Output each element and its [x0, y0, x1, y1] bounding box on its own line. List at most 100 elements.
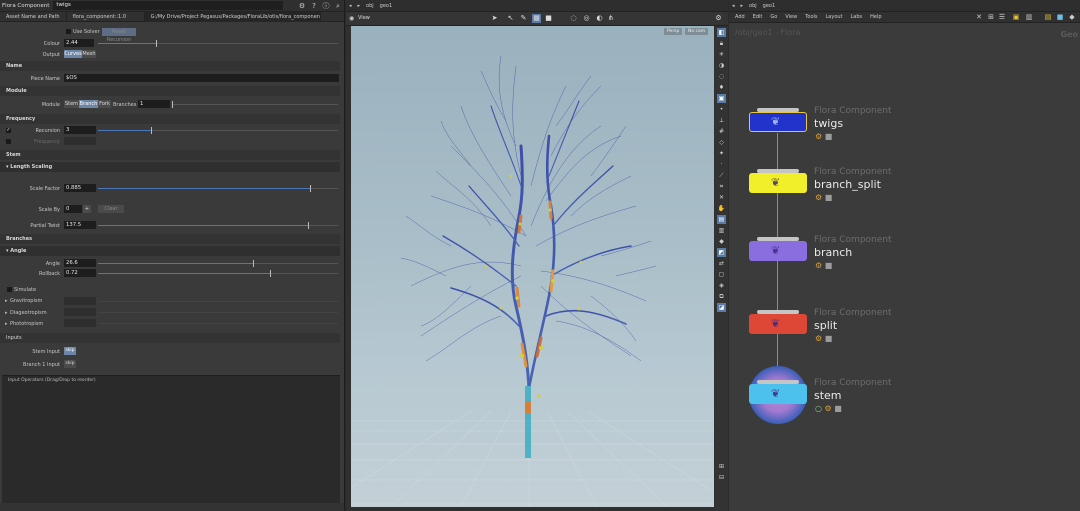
partial-twist-slider[interactable] [98, 222, 338, 229]
point-icon[interactable]: • [717, 105, 726, 114]
menu-labs[interactable]: Labs [851, 14, 863, 20]
normals-icon[interactable]: ⟂ [717, 116, 726, 125]
snap-icon[interactable]: ◌ [569, 14, 578, 23]
asset-version-tab[interactable]: flora_component::1.0 [67, 11, 145, 22]
display-shaded-icon[interactable]: ◧ [717, 28, 726, 37]
frame-icon[interactable]: ▢ [717, 270, 726, 279]
branches-section[interactable]: Branches [0, 234, 340, 244]
asset-path-field[interactable]: G:/My Drive/Project Pegasus/Packages/Flo… [144, 11, 321, 22]
ghost-icon[interactable]: ◌ [717, 72, 726, 81]
list-icon[interactable]: ☰ [998, 13, 1006, 21]
phototropism-field[interactable] [64, 319, 96, 327]
output-curves-button[interactable]: Curves [64, 50, 82, 58]
wire-icon[interactable]: ✕ [717, 193, 726, 202]
lock-camera-icon[interactable]: 🔒︎ [717, 39, 726, 48]
recursion-checkbox[interactable]: ✓ [6, 128, 11, 133]
branch-input-button[interactable]: skip [64, 360, 76, 368]
viewport-gear-icon[interactable]: ⚙ [714, 14, 723, 23]
branches-field[interactable]: 1 [138, 100, 170, 108]
pin-icon[interactable]: ◉ [349, 15, 354, 22]
guide-icon[interactable]: ✋ [717, 204, 726, 213]
shape-icon[interactable]: ◆ [1068, 13, 1076, 21]
length-scaling-section[interactable]: ▾ Length Scaling [0, 162, 340, 172]
node-name[interactable]: branch_split [814, 178, 881, 191]
light-icon[interactable]: ☀ [717, 50, 726, 59]
node-name[interactable]: twigs [814, 117, 843, 130]
uv-icon[interactable]: ⌗ [717, 182, 726, 191]
share-icon[interactable]: ⋔ [606, 14, 615, 23]
image-icon[interactable]: ▣ [1012, 13, 1020, 21]
scene-icon[interactable]: ▤ [717, 215, 726, 224]
template-icon[interactable]: ▣ [717, 94, 726, 103]
node-branch[interactable]: ❦ Flora Component branch ⚙ ■ [749, 235, 892, 270]
menu-layout[interactable]: Layout [826, 14, 843, 20]
colour-field[interactable]: 2.44 [64, 39, 94, 47]
select-arrow-icon[interactable]: ↖ [506, 14, 515, 23]
menu-help[interactable]: Help [870, 14, 881, 20]
rollback-slider[interactable] [98, 270, 338, 277]
visualize-icon[interactable]: ◈ [717, 281, 726, 290]
back-arrow-icon[interactable]: ◂ [732, 3, 735, 9]
color-palette-icon[interactable]: ■ [1056, 13, 1064, 21]
back-arrow-icon[interactable]: ◂ [349, 3, 352, 9]
frequency-checkbox[interactable] [6, 139, 11, 144]
handle-icon[interactable]: ◪ [717, 303, 726, 312]
gravitropism-slider[interactable] [98, 301, 338, 302]
crumb-geo[interactable]: geo1 [763, 3, 776, 9]
gear-icon[interactable]: ⚙ [298, 2, 306, 10]
menu-tools[interactable]: Tools [805, 14, 817, 20]
geo-icon[interactable]: ◆ [717, 237, 726, 246]
network-canvas[interactable]: /obj/geo1 - Flora Geo ❦ Flora Component … [729, 23, 1080, 511]
wrench-icon[interactable]: ✕ [975, 13, 983, 21]
clear-button[interactable]: Clear [98, 205, 124, 213]
menu-add[interactable]: Add [735, 14, 745, 20]
extra-1-icon[interactable]: ⊞ [717, 462, 726, 471]
module-stem-button[interactable]: Stem [64, 100, 79, 108]
crumb-obj[interactable]: obj [749, 3, 757, 9]
module-fork-button[interactable]: Fork [98, 100, 111, 108]
crumb-geo[interactable]: geo1 [380, 3, 393, 9]
grid-icon[interactable]: ⊞ [987, 13, 995, 21]
branches-slider[interactable] [172, 101, 338, 108]
node-name[interactable]: branch [814, 246, 852, 259]
forward-arrow-icon[interactable]: ▸ [741, 3, 744, 9]
node-split[interactable]: ❦ Flora Component split ⚙ ■ [749, 308, 892, 343]
layout-icon[interactable]: ▥ [1025, 13, 1033, 21]
inputs-section[interactable]: Inputs [0, 333, 340, 343]
flag-icon[interactable]: ▤ [1044, 13, 1052, 21]
viewport-canvas[interactable]: Persp No cam [351, 26, 714, 507]
persp-icon[interactable]: ◩ [717, 248, 726, 257]
search-icon[interactable]: ⌕ [334, 2, 342, 10]
recursion-slider[interactable] [98, 127, 338, 134]
angle-field[interactable]: 26.6 [64, 259, 96, 267]
shadow-icon[interactable]: ◑ [717, 61, 726, 70]
angle-slider[interactable] [98, 260, 338, 267]
expand-diageotropism-icon[interactable]: ▸ [5, 310, 8, 316]
dot-icon[interactable]: · [717, 160, 726, 169]
scale-by-field[interactable]: 0 [64, 205, 82, 213]
forward-arrow-icon[interactable]: ▸ [358, 3, 361, 9]
primitive-icon[interactable]: ◇ [717, 138, 726, 147]
numbers-icon[interactable]: # [717, 127, 726, 136]
diageotropism-slider[interactable] [98, 312, 338, 313]
help-icon[interactable]: ? [310, 2, 318, 10]
scale-by-plus-button[interactable]: + [83, 205, 91, 213]
diageotropism-field[interactable] [64, 308, 96, 316]
use-solver-checkbox[interactable] [66, 29, 71, 34]
gravitropism-field[interactable] [64, 297, 96, 305]
node-twigs[interactable]: ❦ Flora Component twigs ⚙ ■ [749, 106, 892, 141]
camera-menu[interactable]: No cam [685, 28, 709, 35]
node-stem[interactable]: ❦ Flora Component stem ○ ⚙ ■ [749, 378, 892, 413]
grid-view-icon[interactable]: ▦ [532, 14, 541, 23]
recursion-field[interactable]: 3 [64, 126, 96, 134]
module-branch-button[interactable]: Branch [79, 100, 98, 108]
angle-section[interactable]: ▾ Angle [0, 246, 340, 256]
node-branch-split[interactable]: ❦ Flora Component branch_split ⚙ ■ [749, 167, 892, 202]
stem-section[interactable]: Stem [0, 150, 340, 160]
brush-icon[interactable]: ✎ [519, 14, 528, 23]
piece-name-field[interactable]: $OS [64, 74, 339, 82]
expand-phototropism-icon[interactable]: ▸ [5, 321, 8, 327]
scale-factor-slider[interactable] [98, 185, 338, 192]
background-icon[interactable]: ▥ [717, 226, 726, 235]
stem-input-button[interactable]: skip [64, 347, 76, 355]
